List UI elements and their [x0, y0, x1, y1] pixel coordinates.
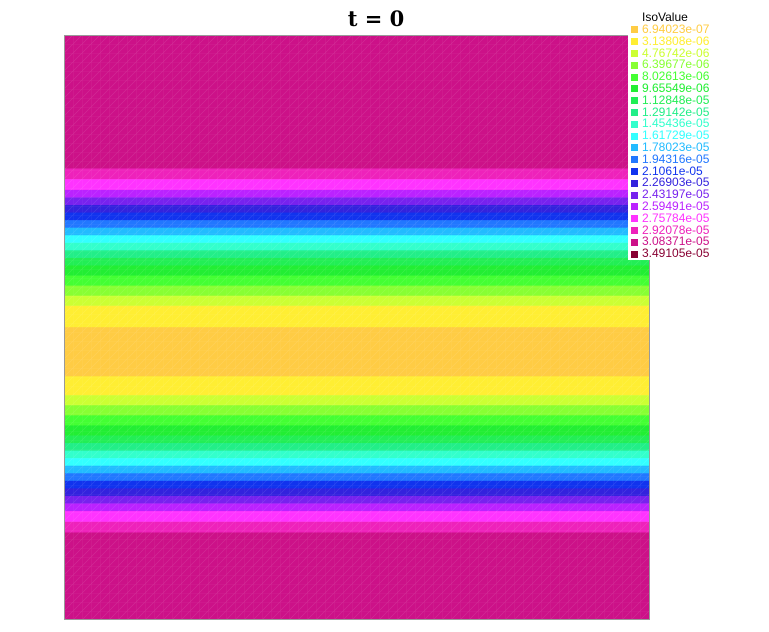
- legend-swatch: [631, 38, 638, 46]
- legend-swatch: [631, 179, 638, 187]
- legend-swatch: [631, 238, 638, 246]
- legend-swatch: [631, 49, 638, 57]
- legend-swatch: [631, 120, 638, 128]
- legend-swatch: [631, 61, 638, 69]
- legend-swatch: [631, 85, 638, 93]
- isovalue-plot: [64, 35, 650, 620]
- legend-swatch: [631, 132, 638, 140]
- legend-swatch: [631, 156, 638, 164]
- legend-swatch: [631, 191, 638, 199]
- legend-rows: 6.94023e-07 3.13808e-06 4.76742e-06 6.39677…: [628, 23, 720, 261]
- legend-swatch: [631, 73, 638, 81]
- isovalue-legend: IsoValue 6.94023e-07 3.13808e-06 4.76742e-…: [628, 10, 720, 260]
- legend-swatch: [631, 97, 638, 105]
- legend-swatch: [631, 26, 638, 34]
- legend-swatch: [631, 144, 638, 152]
- legend-swatch: [631, 250, 638, 258]
- legend-swatch: [631, 108, 638, 116]
- legend-swatch: [631, 203, 638, 211]
- legend-swatch: [631, 226, 638, 234]
- mesh-overlay: [64, 35, 650, 620]
- legend-label: 3.49105e-05: [642, 246, 710, 261]
- legend-swatch: [631, 215, 638, 223]
- legend-swatch: [631, 167, 638, 175]
- legend-item: 3.49105e-05: [628, 246, 720, 261]
